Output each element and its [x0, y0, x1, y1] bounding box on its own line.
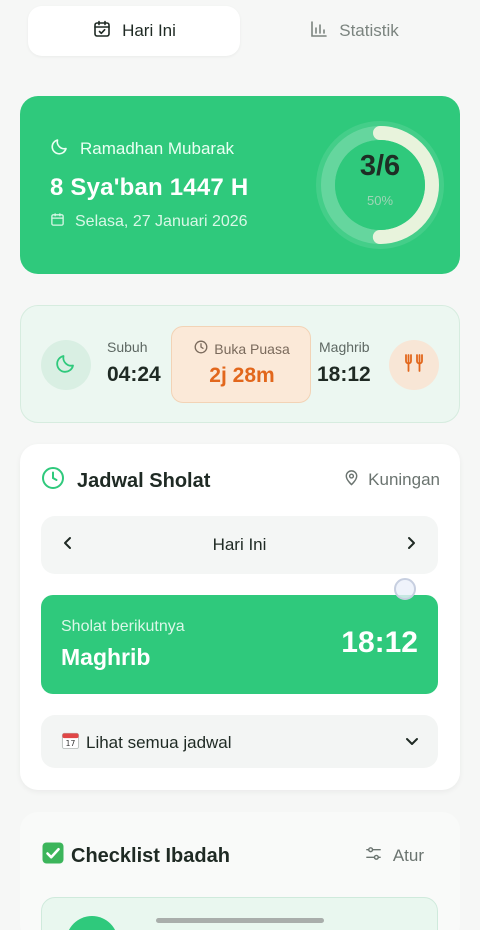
next-prayer-name: Maghrib — [61, 644, 151, 670]
calendar-emoji-icon: 17 — [61, 731, 80, 755]
settings-label: Atur — [392, 846, 424, 865]
fasting-times-card: Subuh 04:24 Buka Puasa 2j 28m Maghrib 18… — [20, 305, 460, 423]
schedule-title-row: Jadwal Sholat — [41, 466, 210, 496]
clock-icon — [41, 466, 65, 496]
greeting-text: Ramadhan Mubarak — [80, 138, 235, 158]
subuh-label: Subuh — [107, 339, 148, 355]
moon-icon — [50, 136, 70, 161]
tab-today-label: Hari Ini — [122, 21, 176, 40]
hijri-date: 8 Sya'ban 1447 H — [50, 174, 249, 201]
tab-statistics-label: Statistik — [339, 21, 399, 40]
tab-statistics[interactable]: Statistik — [248, 6, 460, 56]
location-name: Kuningan — [368, 470, 440, 489]
prayer-schedule-card: Jadwal Sholat Kuningan Hari Ini Sholat b… — [20, 444, 460, 790]
maghrib-label: Maghrib — [319, 339, 370, 355]
buka-puasa-countdown: Buka Puasa 2j 28m — [171, 326, 311, 403]
location-selector[interactable]: Kuningan — [343, 469, 440, 491]
buka-puasa-label-row: Buka Puasa — [172, 340, 312, 357]
home-indicator — [156, 918, 324, 923]
progress-ring — [313, 118, 447, 252]
chevron-down-icon — [404, 733, 420, 749]
checklist-title: Checklist Ibadah — [71, 844, 230, 867]
checklist-settings-button[interactable]: Atur — [364, 844, 424, 868]
tab-today[interactable]: Hari Ini — [28, 6, 240, 56]
gregorian-date-row: Selasa, 27 Januari 2026 — [50, 212, 248, 232]
bar-chart-icon — [309, 19, 329, 44]
subuh-time: 04:24 — [107, 363, 161, 386]
see-all-schedule-toggle[interactable]: 17 Lihat semua jadwal — [41, 715, 438, 768]
maghrib-time: 18:12 — [317, 363, 371, 386]
checklist-item[interactable] — [41, 897, 438, 930]
calendar-check-icon — [92, 19, 112, 44]
checklist-section: Checklist Ibadah Atur — [20, 812, 460, 930]
svg-text:17: 17 — [66, 739, 76, 748]
day-navigator: Hari Ini — [41, 516, 438, 574]
iftar-badge — [389, 340, 439, 390]
tab-bar: Hari Ini Statistik — [20, 0, 460, 62]
touch-indicator — [394, 578, 416, 600]
calendar-icon — [50, 212, 65, 232]
see-all-label-row: 17 Lihat semua jadwal — [61, 731, 232, 755]
next-day-button[interactable] — [384, 516, 438, 574]
checklist-item-badge — [66, 916, 118, 930]
next-prayer-card: Sholat berikutnya Maghrib 18:12 — [41, 595, 438, 694]
current-day-label: Hari Ini — [212, 535, 267, 554]
schedule-title: Jadwal Sholat — [77, 469, 211, 492]
greeting-row: Ramadhan Mubarak — [50, 136, 234, 161]
checklist-title-row: Checklist Ibadah — [41, 841, 230, 871]
chevron-right-icon — [403, 535, 419, 556]
progress-percent: 50% — [366, 193, 394, 208]
ramadhan-hero-card: Ramadhan Mubarak 8 Sya'ban 1447 H Selasa… — [20, 96, 460, 274]
fork-knife-icon — [402, 351, 426, 380]
map-pin-icon — [343, 469, 360, 491]
see-all-schedule-label: Lihat semua jadwal — [86, 733, 232, 752]
moon-icon — [55, 352, 77, 379]
next-prayer-label: Sholat berikutnya — [61, 618, 185, 635]
sliders-icon — [364, 844, 383, 868]
check-mark-button-icon — [41, 841, 65, 871]
buka-puasa-countdown-value: 2j 28m — [209, 364, 275, 387]
next-prayer-time: 18:12 — [341, 626, 418, 659]
progress-count: 3/6 — [359, 150, 401, 182]
subuh-moon-badge — [41, 340, 91, 390]
clock-icon — [194, 340, 208, 357]
buka-puasa-label: Buka Puasa — [214, 340, 290, 357]
gregorian-date-text: Selasa, 27 Januari 2026 — [75, 213, 248, 230]
